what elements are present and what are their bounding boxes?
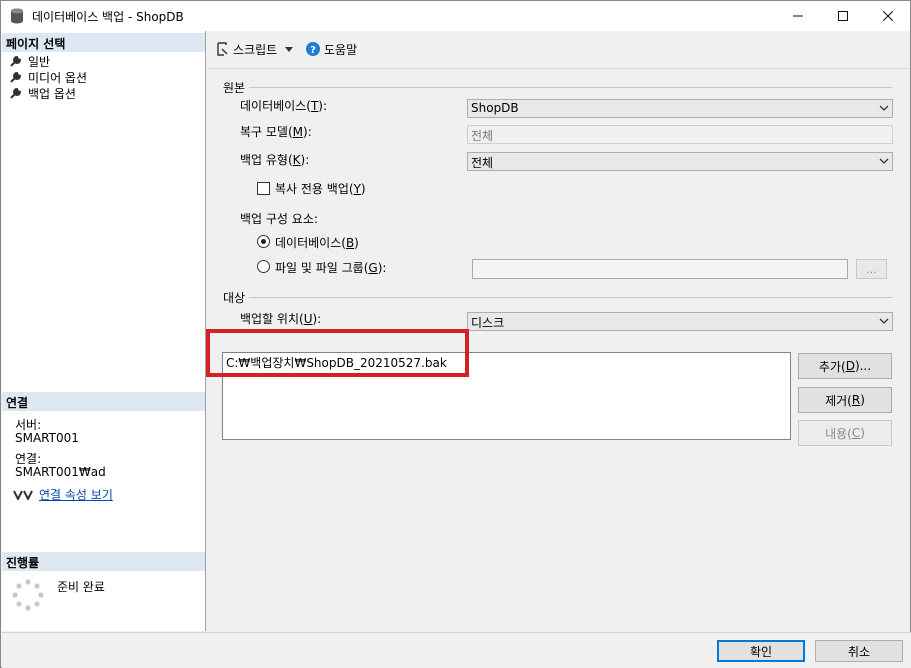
help-button[interactable]: ? 도움말 <box>306 40 357 58</box>
recovery-model-label: 복구 모델(M): <box>240 125 312 139</box>
close-icon <box>883 11 893 21</box>
copy-only-label: 복사 전용 백업(Y) <box>275 182 366 196</box>
svg-text:?: ? <box>310 45 316 56</box>
window-title: 데이터베이스 백업 - ShopDB <box>32 10 184 24</box>
component-files-radio[interactable] <box>257 260 270 273</box>
progress-status: 준비 완료 <box>57 580 105 594</box>
browse-filegroups-button[interactable]: ... <box>856 259 887 279</box>
page-item-label: 일반 <box>28 54 51 69</box>
script-icon <box>217 42 228 56</box>
backup-type-label: 백업 유형(K): <box>240 153 310 167</box>
recovery-model-field: 전체 <box>467 125 893 144</box>
filegroups-field <box>472 259 848 279</box>
backup-to-label: 백업할 위치(U): <box>240 312 322 326</box>
wrench-icon <box>10 87 22 99</box>
toolbar-separator <box>207 68 910 69</box>
page-item-backup-options[interactable]: 백업 옵션 <box>10 85 76 101</box>
component-database-label: 데이터베이스(B) <box>275 236 359 250</box>
progress-header: 진행률 <box>2 552 205 571</box>
progress-spinner-icon <box>12 579 44 611</box>
source-group-line <box>249 87 892 88</box>
database-icon <box>11 8 23 24</box>
component-files-label: 파일 및 파일 그룹(G): <box>275 261 387 275</box>
page-item-label: 미디어 옵션 <box>28 70 88 85</box>
backup-to-value: 디스크 <box>471 316 505 330</box>
title-bar[interactable]: 데이터베이스 백업 - ShopDB <box>1 1 910 31</box>
destination-group-label: 대상 <box>223 291 246 305</box>
annotation-highlight-box <box>206 329 469 377</box>
script-button[interactable]: 스크립트 <box>215 40 294 58</box>
cancel-button[interactable]: 취소 <box>815 640 903 662</box>
add-destination-button[interactable]: 추가(D)... <box>798 353 892 379</box>
connection-value: SMART001₩ad <box>15 465 106 479</box>
help-icon: ? <box>306 42 320 56</box>
component-database-radio[interactable] <box>257 235 270 248</box>
backup-dialog: 데이터베이스 백업 - ShopDB 페이지 선택 일반 미디어 옵션 백업 옵… <box>0 0 911 668</box>
script-label: 스크립트 <box>233 42 278 57</box>
backup-type-select[interactable]: 전체 <box>467 152 893 171</box>
maximize-button[interactable] <box>820 1 866 31</box>
chevron-down-icon <box>879 318 889 324</box>
dialog-footer: 확인 취소 <box>2 632 911 668</box>
close-button[interactable] <box>865 1 911 31</box>
database-select[interactable]: ShopDB <box>467 99 893 118</box>
source-group-label: 원본 <box>223 81 246 95</box>
page-item-label: 백업 옵션 <box>28 86 76 101</box>
left-pane: 페이지 선택 일반 미디어 옵션 백업 옵션 연결 서버: SMART001 연… <box>2 31 206 631</box>
ok-button[interactable]: 확인 <box>717 640 805 662</box>
help-label: 도움말 <box>324 42 358 57</box>
page-item-media-options[interactable]: 미디어 옵션 <box>10 69 87 85</box>
chevron-down-icon <box>879 158 889 164</box>
minimize-button[interactable] <box>775 1 821 31</box>
wrench-icon <box>10 71 22 83</box>
dropdown-arrow-icon <box>285 46 294 52</box>
page-item-general[interactable]: 일반 <box>10 53 50 69</box>
minimize-icon <box>793 15 803 17</box>
database-value: ShopDB <box>471 101 519 115</box>
maximize-icon <box>838 11 848 21</box>
connection-header: 연결 <box>2 392 205 411</box>
backup-type-value: 전체 <box>471 156 494 170</box>
database-label: 데이터베이스(T): <box>240 99 328 113</box>
copy-only-checkbox[interactable] <box>257 182 270 195</box>
destination-group-line <box>249 297 892 298</box>
remove-destination-button[interactable]: 제거(R) <box>798 387 892 413</box>
backup-component-label: 백업 구성 요소: <box>240 212 318 226</box>
connection-properties-icon <box>13 490 33 500</box>
chevron-down-icon <box>879 105 889 111</box>
backup-to-select[interactable]: 디스크 <box>467 312 893 331</box>
server-value: SMART001 <box>15 431 79 445</box>
page-select-header: 페이지 선택 <box>2 33 205 52</box>
contents-button[interactable]: 내용(C) <box>798 420 892 446</box>
wrench-icon <box>10 55 22 67</box>
view-connection-properties-link[interactable]: 연결 속성 보기 <box>39 486 113 503</box>
